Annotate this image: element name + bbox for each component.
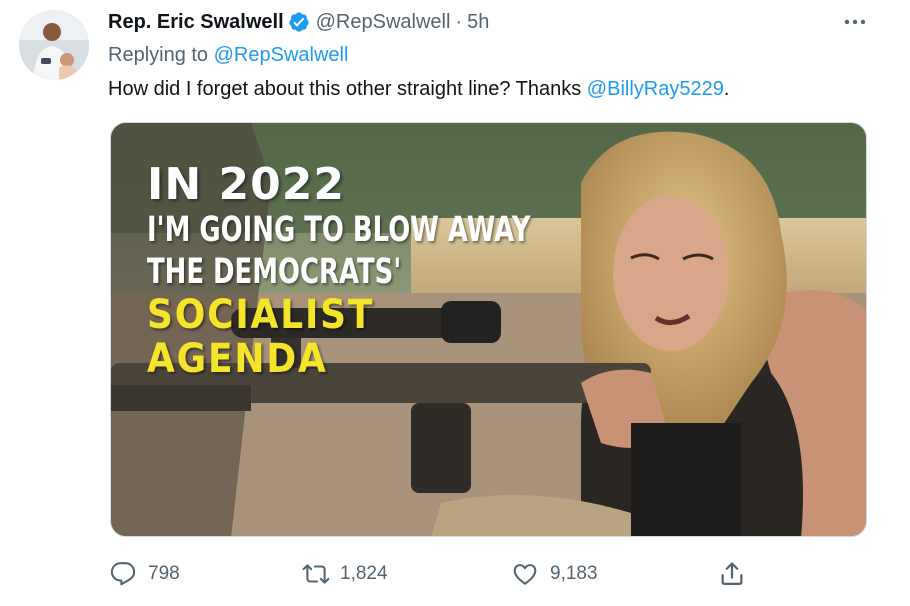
like-icon (512, 561, 538, 587)
overlay-line-2: I'M GOING TO BLOW AWAY (147, 210, 531, 250)
display-name[interactable]: Rep. Eric Swalwell (108, 11, 284, 34)
media-overlay-text: IN 2022 I'M GOING TO BLOW AWAY THE DEMOC… (147, 159, 665, 382)
share-icon[interactable] (718, 560, 746, 588)
reply-button[interactable]: 798 (110, 556, 180, 592)
reply-icon (110, 561, 136, 587)
avatar[interactable] (19, 10, 89, 80)
overlay-line-1: IN 2022 (147, 159, 345, 210)
retweet-icon (302, 561, 330, 587)
tweet-header: Rep. Eric Swalwell @RepSwalwell · 5h (108, 9, 489, 35)
tweet[interactable]: Rep. Eric Swalwell @RepSwalwell · 5h Rep… (0, 0, 910, 606)
retweet-button[interactable]: 1,824 (302, 556, 388, 592)
tweet-text: How did I forget about this other straig… (108, 78, 729, 101)
tweet-actions: 798 1,824 9,183 (0, 556, 910, 592)
tweet-body: How did I forget about this other straig… (108, 78, 587, 100)
like-button[interactable]: 9,183 (512, 556, 598, 592)
reply-count: 798 (148, 563, 180, 584)
replying-to: Replying to @RepSwalwell (108, 44, 348, 67)
mention-link[interactable]: @BillyRay5229 (587, 78, 724, 100)
separator-dot: · (455, 10, 463, 33)
overlay-line-4: SOCIALIST (147, 292, 375, 338)
replying-to-link[interactable]: @RepSwalwell (214, 44, 349, 66)
like-count: 9,183 (550, 563, 598, 584)
replying-to-label: Replying to (108, 44, 214, 66)
tweet-body-end: . (723, 78, 730, 100)
verified-badge-icon (288, 11, 310, 33)
more-options-icon[interactable] (840, 10, 870, 34)
overlay-line-5: AGENDA (147, 336, 328, 382)
retweet-count: 1,824 (340, 563, 388, 584)
tweet-media-image[interactable]: IN 2022 I'M GOING TO BLOW AWAY THE DEMOC… (110, 122, 867, 537)
overlay-line-3: THE DEMOCRATS' (147, 252, 402, 292)
handle[interactable]: @RepSwalwell (316, 11, 451, 34)
timestamp[interactable]: 5h (467, 11, 489, 34)
